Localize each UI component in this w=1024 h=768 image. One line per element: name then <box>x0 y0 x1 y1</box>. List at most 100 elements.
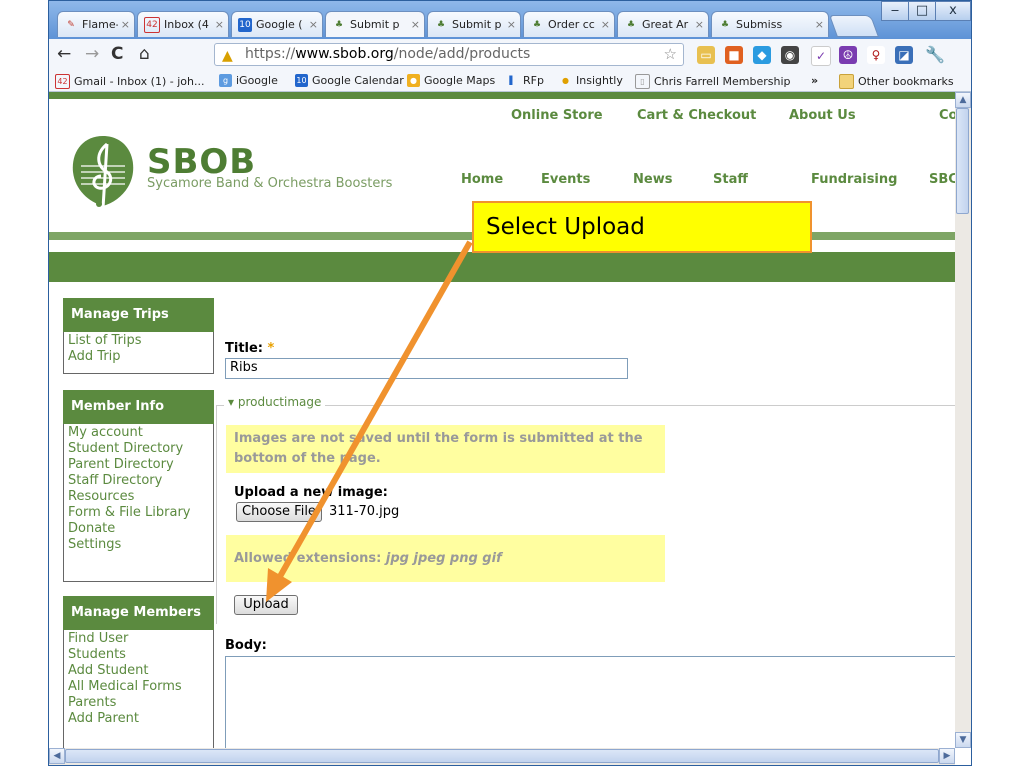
back-icon[interactable]: ← <box>57 45 71 63</box>
sidebar-item-parents[interactable]: Parents <box>68 695 209 711</box>
sidebar-heading-member-info: Member Info <box>63 390 214 424</box>
wrench-icon[interactable]: 🔧 <box>925 46 945 64</box>
sidebar-item-form-file-library[interactable]: Form & File Library <box>68 505 209 521</box>
extension-icon[interactable]: ◉ <box>781 46 799 64</box>
nav-events[interactable]: Events <box>541 172 590 187</box>
forward-icon[interactable]: → <box>85 45 99 63</box>
tab-great[interactable]: ♣ Great Ar × <box>617 11 709 37</box>
sidebar-item-staff-directory[interactable]: Staff Directory <box>68 473 209 489</box>
folder-icon <box>839 74 854 89</box>
sidebar-heading-manage-trips: Manage Trips <box>63 298 214 332</box>
bookmark-google-maps[interactable]: ● Google Maps <box>407 74 495 87</box>
sidebar-item-students[interactable]: Students <box>68 647 209 663</box>
close-icon[interactable]: × <box>507 18 516 31</box>
site-slogan: Sycamore Band & Orchestra Boosters <box>147 176 393 191</box>
home-icon[interactable]: ⌂ <box>139 45 150 63</box>
sidebar-item-parent-directory[interactable]: Parent Directory <box>68 457 209 473</box>
choose-file-button[interactable]: Choose File <box>236 502 322 522</box>
productimage-legend[interactable]: ▾ productimage <box>224 395 326 409</box>
sidebar-item-all-medical-forms[interactable]: All Medical Forms <box>68 679 209 695</box>
nav-home[interactable]: Home <box>461 172 503 187</box>
close-window-button[interactable]: x <box>935 1 971 21</box>
url-scheme: https:// <box>245 46 296 62</box>
close-icon[interactable]: × <box>815 18 824 31</box>
page-content: Online Store Cart & Checkout About Us Co… <box>49 92 955 748</box>
nav-cart-checkout[interactable]: Cart & Checkout <box>637 108 756 123</box>
peace-icon[interactable]: ☮ <box>839 46 857 64</box>
upload-image-label: Upload a new image: <box>234 485 388 500</box>
close-icon[interactable]: × <box>309 18 318 31</box>
maximize-button[interactable]: □ <box>908 1 936 21</box>
sidebar-item-find-user[interactable]: Find User <box>68 631 209 647</box>
close-icon[interactable]: × <box>411 18 420 31</box>
tab-submit-active[interactable]: ♣ Submit p × <box>325 11 425 37</box>
google-calendar-icon: 10 <box>295 74 308 87</box>
sidebar-item-list-of-trips[interactable]: List of Trips <box>68 333 209 349</box>
bookmark-rfp[interactable]: ▌ RFp <box>506 74 544 87</box>
image-save-notice: Images are not saved until the form is s… <box>226 425 665 473</box>
sidebar-item-add-trip[interactable]: Add Trip <box>68 349 209 365</box>
reload-icon[interactable]: C <box>111 45 123 63</box>
tab-submission[interactable]: ♣ Submiss × <box>711 11 829 37</box>
close-icon[interactable]: × <box>215 18 224 31</box>
extension-icon[interactable]: ✓ <box>811 46 831 66</box>
tab-inbox[interactable]: 42 Inbox (4 × <box>137 11 229 37</box>
horizontal-scrollbar[interactable]: ◀ ▶ <box>49 748 955 765</box>
bookmarks-overflow-button[interactable]: » <box>811 74 818 87</box>
title-input[interactable]: Ribs <box>225 358 628 379</box>
url-path: /node/add/products <box>393 46 531 62</box>
bookmark-insightly[interactable]: ● Insightly <box>559 74 623 87</box>
sidebar-item-add-parent[interactable]: Add Parent <box>68 711 209 727</box>
scroll-right-icon[interactable]: ▶ <box>939 748 955 764</box>
body-label: Body: <box>225 638 267 653</box>
extension-icon[interactable]: ■ <box>725 46 743 64</box>
close-icon[interactable]: × <box>601 18 610 31</box>
body-textarea[interactable] <box>225 656 955 748</box>
vertical-scroll-thumb[interactable] <box>956 108 969 214</box>
scroll-down-icon[interactable]: ▼ <box>955 732 971 748</box>
horizontal-scroll-thumb[interactable] <box>65 749 939 763</box>
address-bar[interactable]: ▲ https://www.sbob.org/node/add/products… <box>214 43 684 66</box>
tab-submit[interactable]: ♣ Submit p × <box>427 11 521 37</box>
extension-icon[interactable]: ◆ <box>753 46 771 64</box>
scroll-up-icon[interactable]: ▲ <box>955 92 971 108</box>
sidebar-item-my-account[interactable]: My account <box>68 425 209 441</box>
tab-order[interactable]: ♣ Order cc × <box>523 11 615 37</box>
sidebar-item-resources[interactable]: Resources <box>68 489 209 505</box>
chosen-file-name: 311-70.jpg <box>329 504 400 519</box>
bookmark-chris-farrell[interactable]: ▯ Chris Farrell Membership <box>635 74 791 89</box>
bookmark-google-calendar[interactable]: 10 Google Calendar <box>295 74 404 87</box>
close-icon[interactable]: × <box>121 18 130 31</box>
bookmark-gmail[interactable]: 42 Gmail - Inbox (1) - joh... <box>55 74 204 89</box>
vertical-scrollbar[interactable]: ▲ ▼ <box>955 92 971 748</box>
nav-contact[interactable]: Co <box>939 108 955 123</box>
nav-sbc[interactable]: SBC <box>929 172 955 187</box>
bookmarks-bar: 42 Gmail - Inbox (1) - joh... g iGoogle 10… <box>49 70 971 92</box>
nav-staff[interactable]: Staff <box>713 172 748 187</box>
sidebar-item-student-directory[interactable]: Student Directory <box>68 441 209 457</box>
minimize-button[interactable]: ‒ <box>881 1 909 21</box>
google-maps-icon: ● <box>407 74 420 87</box>
bookmark-star-icon[interactable]: ☆ <box>664 44 677 65</box>
extension-icon[interactable]: ◪ <box>895 46 913 64</box>
page-icon: ▯ <box>635 74 650 89</box>
bookmark-igoogle[interactable]: g iGoogle <box>219 74 278 87</box>
tab-flame[interactable]: ✎ Flame-R × <box>57 11 135 37</box>
nav-online-store[interactable]: Online Store <box>511 108 603 123</box>
extension-icon[interactable]: ♀ <box>867 46 885 64</box>
close-icon[interactable]: × <box>695 18 704 31</box>
nav-about-us[interactable]: About Us <box>789 108 856 123</box>
sidebar-item-add-student[interactable]: Add Student <box>68 663 209 679</box>
sidebar-item-settings[interactable]: Settings <box>68 537 209 553</box>
browser-window: ✎ Flame-R × 42 Inbox (4 × 10 Google ( × … <box>48 0 972 766</box>
other-bookmarks-button[interactable]: Other bookmarks <box>839 74 954 89</box>
sidebar-item-donate[interactable]: Donate <box>68 521 209 537</box>
nav-fundraising[interactable]: Fundraising <box>811 172 897 187</box>
gmail-icon: 42 <box>55 74 70 89</box>
nav-news[interactable]: News <box>633 172 672 187</box>
new-tab-button[interactable] <box>828 15 880 37</box>
scroll-left-icon[interactable]: ◀ <box>49 748 65 764</box>
upload-button[interactable]: Upload <box>234 595 298 615</box>
extension-icon[interactable]: ▭ <box>697 46 715 64</box>
tab-google-calendar[interactable]: 10 Google ( × <box>231 11 323 37</box>
